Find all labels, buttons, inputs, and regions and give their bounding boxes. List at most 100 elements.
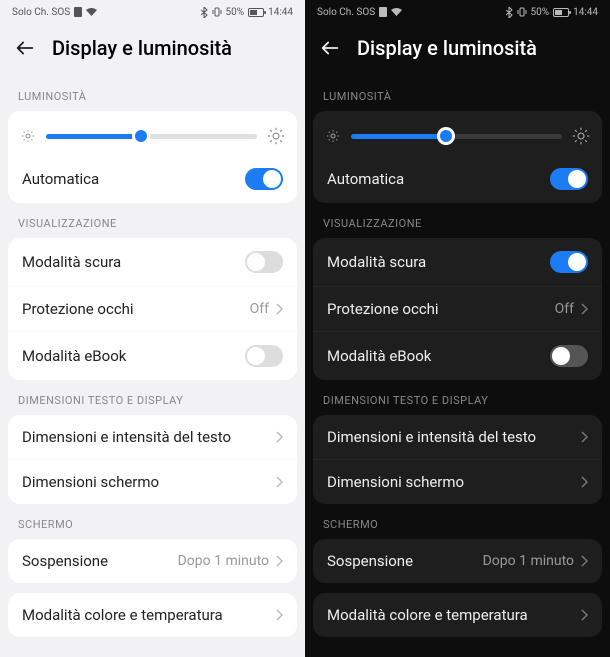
section-screen: SCHERMO xyxy=(305,504,610,539)
row-eye-protection[interactable]: Protezione occhi Off xyxy=(313,286,602,331)
brightness-slider[interactable] xyxy=(46,134,257,139)
section-text: DIMENSIONI TESTO E DISPLAY xyxy=(0,380,305,415)
auto-brightness-toggle[interactable] xyxy=(245,168,283,190)
row-text-size[interactable]: Dimensioni e intensità del testo xyxy=(8,415,297,459)
card-brightness: Automatica xyxy=(8,111,297,203)
screen-size-label: Dimensioni schermo xyxy=(22,473,159,491)
row-screen-size[interactable]: Dimensioni schermo xyxy=(8,459,297,504)
chevron-right-icon xyxy=(580,476,588,488)
battery-pct: 50% xyxy=(226,7,245,18)
chevron-right-icon xyxy=(580,609,588,621)
row-sleep[interactable]: Sospensione Dopo 1 minuto xyxy=(8,539,297,583)
row-text-size[interactable]: Dimensioni e intensità del testo xyxy=(313,415,602,459)
chevron-right-icon xyxy=(580,303,588,315)
section-brightness: LUMINOSITÀ xyxy=(305,76,610,111)
row-screen-size[interactable]: Dimensioni schermo xyxy=(313,459,602,504)
card-color: Modalità colore e temperatura xyxy=(8,593,297,637)
row-color-temp[interactable]: Modalità colore e temperatura xyxy=(313,593,602,637)
page-title: Display e luminosità xyxy=(357,36,537,60)
text-size-label: Dimensioni e intensità del testo xyxy=(22,428,231,446)
sun-high-icon xyxy=(267,127,285,145)
sleep-value: Dopo 1 minuto xyxy=(178,553,269,569)
section-screen: SCHERMO xyxy=(0,504,305,539)
chevron-right-icon xyxy=(275,609,283,621)
auto-brightness-label: Automatica xyxy=(22,170,99,188)
color-temp-label: Modalità colore e temperatura xyxy=(327,606,528,624)
card-text: Dimensioni e intensità del testo Dimensi… xyxy=(8,415,297,504)
eye-value: Off xyxy=(555,301,574,317)
battery-pct: 50% xyxy=(531,7,550,18)
sleep-value: Dopo 1 minuto xyxy=(483,553,574,569)
status-bar: Solo Ch. SOS 50% 14:44 xyxy=(0,0,305,24)
vibrate-icon xyxy=(517,7,527,17)
text-size-label: Dimensioni e intensità del testo xyxy=(327,428,536,446)
sun-low-icon xyxy=(325,128,341,144)
pane-dark: Solo Ch. SOS 50% 14:44 Display e luminos… xyxy=(305,0,610,657)
back-icon[interactable] xyxy=(319,37,341,59)
card-screen: Sospensione Dopo 1 minuto xyxy=(313,539,602,583)
sleep-label: Sospensione xyxy=(22,552,108,570)
dark-mode-label: Modalità scura xyxy=(327,253,426,271)
brightness-slider[interactable] xyxy=(351,134,562,139)
row-eye-protection[interactable]: Protezione occhi Off xyxy=(8,286,297,331)
row-ebook[interactable]: Modalità eBook xyxy=(8,331,297,380)
header: Display e luminosità xyxy=(0,24,305,76)
wifi-icon xyxy=(391,8,402,17)
brightness-slider-row xyxy=(8,111,297,155)
section-visual: VISUALIZZAZIONE xyxy=(305,203,610,238)
row-auto-brightness[interactable]: Automatica xyxy=(313,155,602,203)
screen-size-label: Dimensioni schermo xyxy=(327,473,464,491)
card-visual: Modalità scura Protezione occhi Off Moda… xyxy=(313,238,602,380)
wifi-icon xyxy=(86,8,97,17)
battery-icon xyxy=(553,8,569,17)
auto-brightness-toggle[interactable] xyxy=(550,168,588,190)
pane-light: Solo Ch. SOS 50% 14:44 Display e luminos… xyxy=(0,0,305,657)
color-temp-label: Modalità colore e temperatura xyxy=(22,606,223,624)
row-sleep[interactable]: Sospensione Dopo 1 minuto xyxy=(313,539,602,583)
eye-label: Protezione occhi xyxy=(22,300,134,318)
chevron-right-icon xyxy=(275,431,283,443)
chevron-right-icon xyxy=(275,476,283,488)
chevron-right-icon xyxy=(275,303,283,315)
card-screen: Sospensione Dopo 1 minuto xyxy=(8,539,297,583)
ebook-toggle[interactable] xyxy=(550,345,588,367)
eye-label: Protezione occhi xyxy=(327,300,439,318)
section-visual: VISUALIZZAZIONE xyxy=(0,203,305,238)
ebook-toggle[interactable] xyxy=(245,345,283,367)
ebook-label: Modalità eBook xyxy=(22,347,126,365)
dark-mode-label: Modalità scura xyxy=(22,253,121,271)
auto-brightness-label: Automatica xyxy=(327,170,404,188)
bluetooth-icon xyxy=(506,7,513,18)
section-text: DIMENSIONI TESTO E DISPLAY xyxy=(305,380,610,415)
brightness-slider-row xyxy=(313,111,602,155)
page-title: Display e luminosità xyxy=(52,36,232,60)
carrier-text: Solo Ch. SOS xyxy=(12,7,70,18)
clock: 14:44 xyxy=(268,7,293,18)
row-dark-mode[interactable]: Modalità scura xyxy=(313,238,602,286)
dark-mode-toggle[interactable] xyxy=(245,251,283,273)
chevron-right-icon xyxy=(580,431,588,443)
dark-mode-toggle[interactable] xyxy=(550,251,588,273)
carrier-text: Solo Ch. SOS xyxy=(317,7,375,18)
sim-icon xyxy=(74,7,82,17)
sun-low-icon xyxy=(20,128,36,144)
row-color-temp[interactable]: Modalità colore e temperatura xyxy=(8,593,297,637)
chevron-right-icon xyxy=(275,555,283,567)
back-icon[interactable] xyxy=(14,37,36,59)
row-auto-brightness[interactable]: Automatica xyxy=(8,155,297,203)
sun-high-icon xyxy=(572,127,590,145)
bluetooth-icon xyxy=(201,7,208,18)
card-color: Modalità colore e temperatura xyxy=(313,593,602,637)
ebook-label: Modalità eBook xyxy=(327,347,431,365)
sleep-label: Sospensione xyxy=(327,552,413,570)
chevron-right-icon xyxy=(580,555,588,567)
vibrate-icon xyxy=(212,7,222,17)
card-visual: Modalità scura Protezione occhi Off Moda… xyxy=(8,238,297,380)
row-dark-mode[interactable]: Modalità scura xyxy=(8,238,297,286)
status-bar: Solo Ch. SOS 50% 14:44 xyxy=(305,0,610,24)
battery-icon xyxy=(248,8,264,17)
card-brightness: Automatica xyxy=(313,111,602,203)
row-ebook[interactable]: Modalità eBook xyxy=(313,331,602,380)
sim-icon xyxy=(379,7,387,17)
clock: 14:44 xyxy=(573,7,598,18)
